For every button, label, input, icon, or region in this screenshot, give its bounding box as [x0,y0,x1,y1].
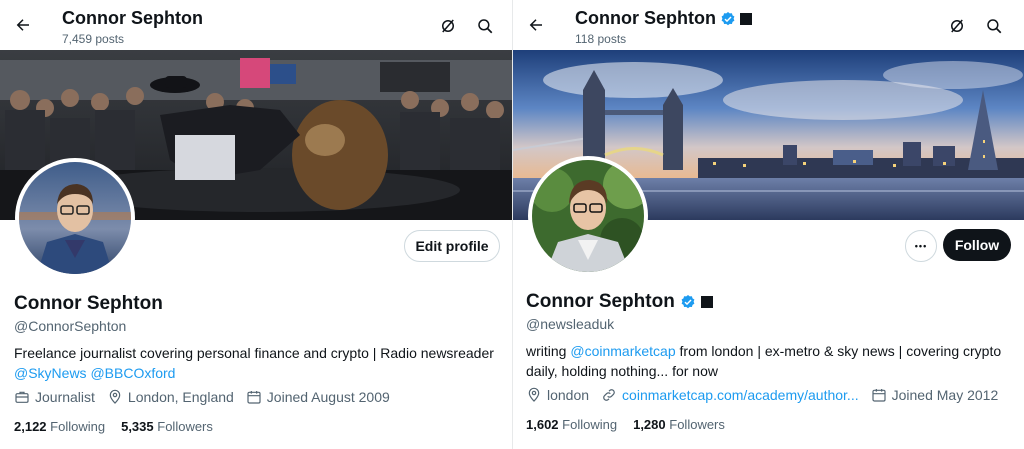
meta-website[interactable]: coinmarketcap.com/academy/author... [601,387,859,403]
profile-bio: Freelance journalist covering personal f… [14,343,498,383]
post-count: 118 posts [575,32,627,46]
back-arrow-icon[interactable] [525,14,547,36]
display-name: Connor Sephton [14,293,163,314]
following-count: 1,602 [526,417,559,432]
bio-prefix: writing [526,343,567,359]
profile-handle: @ConnorSephton [14,318,127,334]
followers-count: 1,280 [633,417,666,432]
calendar-icon [872,389,886,402]
edit-profile-button[interactable]: Edit profile [404,230,500,262]
follow-stats: 1,602 Following 1,280 Followers [526,417,725,432]
grok-icon[interactable] [947,16,967,36]
more-dots-icon: ••• [914,241,928,251]
meta-location: London, England [107,389,234,405]
meta-joined: Joined May 2012 [871,387,999,403]
profile-handle: @newsleaduk [526,316,615,332]
bio-text: Freelance journalist covering personal f… [14,345,494,361]
profile-panel-left: Connor Sephton 7,459 posts Edit profile … [0,0,512,449]
profile-panel-right: Connor Sephton 118 posts ••• Follow Conn… [513,0,1024,449]
profile-header: Connor Sephton 118 posts [513,0,1024,50]
header-title: Connor Sephton [62,8,203,28]
profile-header: Connor Sephton 7,459 posts [0,0,512,50]
profile-name: Connor Sephton [14,293,163,315]
meta-joined: Joined August 2009 [246,389,390,405]
search-icon[interactable] [475,16,495,36]
mention-link[interactable]: @SkyNews [14,365,87,381]
meta-location: london [526,387,589,403]
profession-text: Journalist [35,389,95,405]
location-text: London, England [127,389,234,405]
followers-link[interactable]: 5,335 Followers [121,419,213,434]
black-square-emoji [700,296,713,308]
profile-avatar[interactable] [528,156,648,276]
display-name: Connor Sephton [526,291,675,312]
mention-link[interactable]: @BBCOxford [90,365,175,381]
location-text: london [547,387,590,403]
mention-link[interactable]: @coinmarketcap [570,343,675,359]
location-pin-icon [109,389,121,404]
following-link[interactable]: 2,122 Following [14,419,105,434]
followers-label: Followers [669,417,725,432]
follow-stats: 2,122 Following 5,335 Followers [14,419,213,434]
following-count: 2,122 [14,419,47,434]
joined-text: Joined August 2009 [266,389,390,405]
post-count: 7,459 posts [62,32,125,46]
location-pin-icon [528,387,540,402]
followers-link[interactable]: 1,280 Followers [633,417,725,432]
header-title: Connor Sephton [575,8,752,29]
meta-profession: Journalist [14,389,95,405]
profile-avatar[interactable] [15,158,135,278]
followers-count: 5,335 [121,419,154,434]
verified-badge-icon [721,11,735,25]
following-link[interactable]: 1,602 Following [526,417,617,432]
calendar-icon [247,391,261,404]
briefcase-icon [15,391,29,403]
search-icon[interactable] [984,16,1004,36]
following-label: Following [50,419,106,434]
black-square-emoji [739,12,752,25]
header-name: Connor Sephton [575,8,716,28]
link-icon [603,389,615,401]
website-link[interactable]: coinmarketcap.com/academy/author... [622,387,859,403]
profile-meta: london coinmarketcap.com/academy/author.… [526,387,1010,403]
following-label: Following [562,417,618,432]
profile-meta: Journalist London, England Joined August… [14,389,402,405]
verified-badge-icon [681,295,695,309]
follow-button[interactable]: Follow [943,229,1011,261]
back-arrow-icon[interactable] [12,14,34,36]
more-options-button[interactable]: ••• [905,230,937,262]
profile-name: Connor Sephton [526,291,713,313]
followers-label: Followers [157,419,213,434]
grok-icon[interactable] [438,16,458,36]
joined-text: Joined May 2012 [891,387,999,403]
profile-bio: writing @coinmarketcap from london | ex-… [526,341,1010,381]
